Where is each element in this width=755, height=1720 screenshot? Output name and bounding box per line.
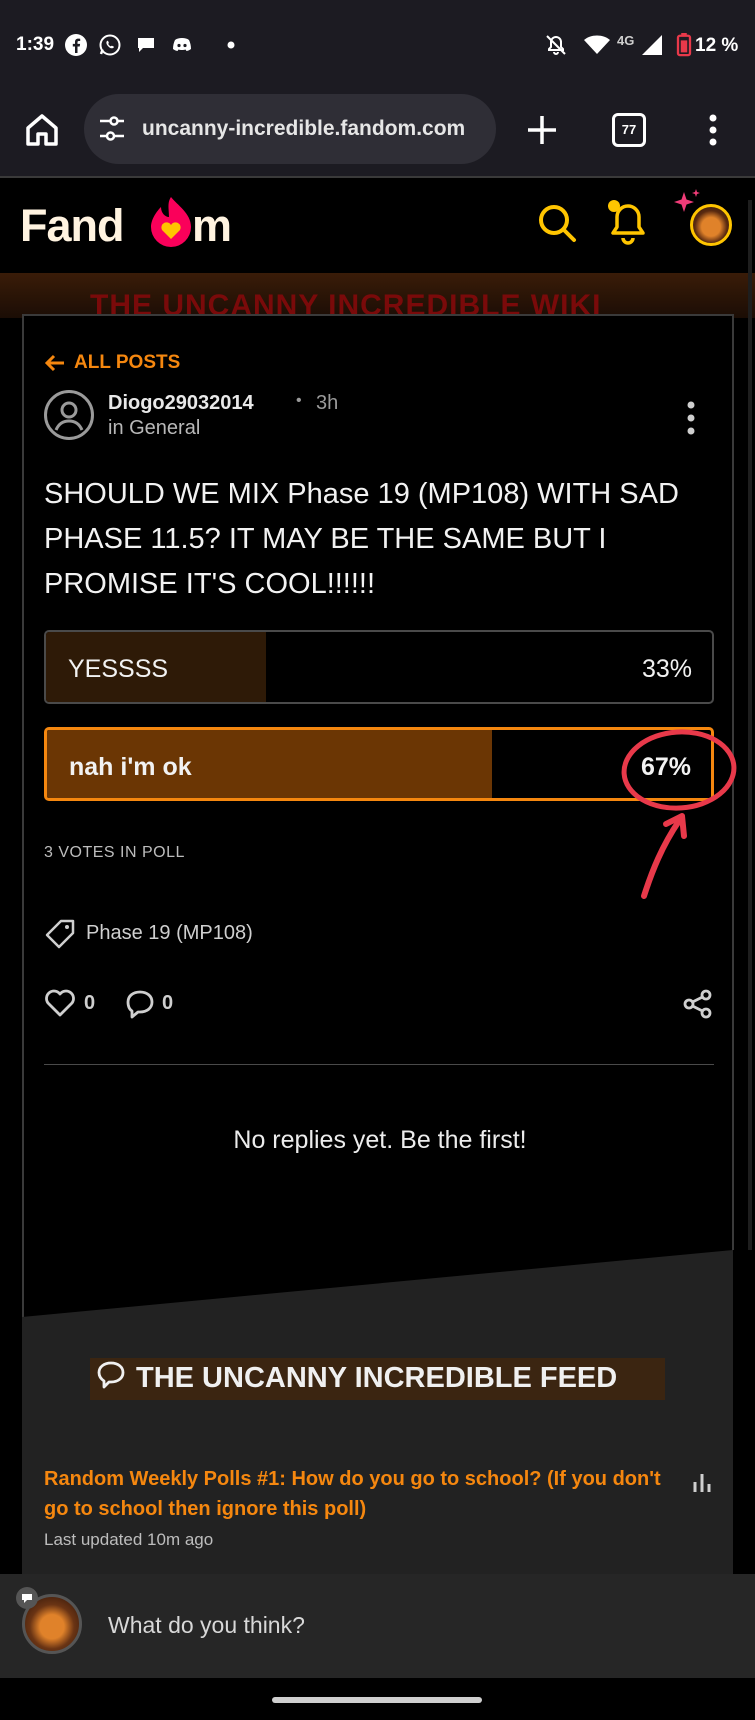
poll-option-label: YESSSS bbox=[68, 655, 169, 683]
browser-menu-icon[interactable] bbox=[700, 112, 726, 152]
all-posts-label: ALL POSTS bbox=[74, 352, 181, 373]
notifications-bell-icon[interactable] bbox=[604, 196, 652, 248]
comment-count: 0 bbox=[162, 992, 174, 1014]
browser-toolbar: uncanny-incredible.fandom.com 77 bbox=[0, 90, 755, 178]
poll-bars-icon bbox=[693, 1474, 711, 1492]
poll-option-yes[interactable]: YESSSS 33% bbox=[44, 630, 714, 704]
notifications-off-icon bbox=[546, 35, 566, 55]
fandom-flame-heart-icon bbox=[151, 197, 191, 247]
tag-label: Phase 19 (MP108) bbox=[86, 922, 253, 944]
system-nav-bar bbox=[0, 1678, 755, 1720]
tab-switcher-button[interactable]: 77 bbox=[612, 113, 646, 147]
feed-title: THE UNCANNY INCREDIBLE FEED bbox=[136, 1362, 618, 1394]
discord-icon bbox=[173, 38, 191, 51]
post-category[interactable]: in General bbox=[108, 417, 200, 440]
more-notifications-dot bbox=[227, 41, 235, 49]
battery-percent: 12 % bbox=[695, 35, 739, 56]
reply-composer[interactable]: What do you think? bbox=[0, 1574, 755, 1678]
logo-text-start: Fand bbox=[20, 200, 124, 251]
post-time: 3h bbox=[316, 392, 339, 414]
facebook-icon bbox=[65, 34, 87, 56]
whatsapp-icon bbox=[99, 34, 121, 56]
share-icon[interactable] bbox=[682, 988, 714, 1020]
search-icon[interactable] bbox=[536, 202, 578, 244]
home-icon[interactable] bbox=[22, 110, 62, 150]
heart-icon[interactable] bbox=[44, 988, 76, 1018]
feed-comment-icon bbox=[97, 1361, 125, 1389]
post-actions: 0 0 bbox=[44, 986, 714, 1022]
post-menu-icon[interactable] bbox=[686, 400, 696, 436]
comment-icon[interactable] bbox=[124, 988, 156, 1020]
poll-vote-count: 3 VOTES IN POLL bbox=[44, 844, 185, 861]
site-settings-icon[interactable] bbox=[98, 116, 126, 142]
composer-placeholder: What do you think? bbox=[108, 1612, 305, 1638]
chat-bubble-icon bbox=[138, 38, 154, 52]
signal-icon bbox=[642, 35, 662, 55]
default-user-icon bbox=[54, 401, 84, 431]
red-annotation-circle-arrow bbox=[621, 729, 737, 899]
wifi-icon bbox=[584, 35, 610, 54]
network-type: 4G bbox=[617, 33, 635, 48]
battery-low-icon bbox=[676, 33, 692, 57]
divider bbox=[44, 1064, 714, 1065]
poll-option-label: nah i'm ok bbox=[69, 753, 192, 781]
feed-post-link[interactable]: Random Weekly Polls #1: How do you go to… bbox=[44, 1464, 664, 1524]
post-title: SHOULD WE MIX Phase 19 (MP108) WITH SAD … bbox=[44, 478, 679, 600]
new-tab-icon[interactable] bbox=[524, 112, 560, 148]
wiki-banner: THE UNCANNY INCREDIBLE WIKI bbox=[0, 273, 755, 318]
gesture-handle[interactable] bbox=[272, 1697, 482, 1703]
author-avatar[interactable] bbox=[44, 390, 94, 440]
feed-post-updated: Last updated 10m ago bbox=[44, 1530, 214, 1549]
page-scrollbar[interactable] bbox=[748, 200, 752, 1400]
fandom-header: Fand m bbox=[0, 178, 755, 273]
author-name[interactable]: Diogo29032014 bbox=[108, 392, 254, 415]
arrow-left-icon bbox=[44, 354, 64, 372]
status-bar: 1:39 4G 12 % bbox=[0, 0, 755, 90]
poll-option-percent: 33% bbox=[641, 655, 692, 683]
user-avatar[interactable] bbox=[690, 204, 732, 246]
logo-text-end: m bbox=[192, 200, 233, 251]
meta-separator: • bbox=[296, 392, 302, 409]
chat-badge-icon bbox=[16, 1587, 38, 1609]
clock: 1:39 bbox=[16, 34, 55, 55]
tag-icon bbox=[45, 919, 75, 949]
address-bar[interactable]: uncanny-incredible.fandom.com bbox=[84, 94, 496, 164]
tab-count: 77 bbox=[621, 122, 637, 137]
like-count: 0 bbox=[84, 992, 96, 1014]
no-replies-message: No replies yet. Be the first! bbox=[233, 1126, 527, 1154]
url-text: uncanny-incredible.fandom.com bbox=[142, 117, 466, 140]
